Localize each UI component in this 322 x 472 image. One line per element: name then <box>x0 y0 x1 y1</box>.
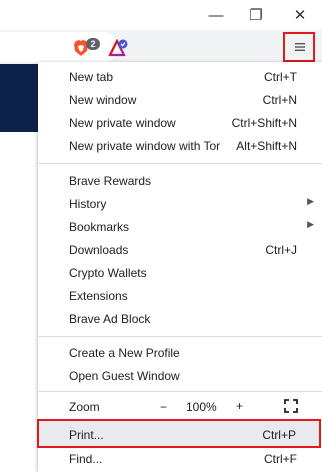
menu-item-bookmarks[interactable]: Bookmarks ▶ <box>38 216 322 239</box>
menu-item-shortcut: Ctrl+F <box>264 452 297 466</box>
menu-button-highlight <box>283 32 315 62</box>
close-button[interactable]: ✕ <box>280 0 320 30</box>
page-header-strip <box>0 64 40 132</box>
menu-zoom-row: Zoom − 100% + <box>38 394 322 418</box>
zoom-label: Zoom <box>69 400 100 414</box>
menu-item-label: Brave Ad Block <box>69 312 151 326</box>
restore-icon: ❐ <box>249 7 263 24</box>
close-icon: ✕ <box>293 7 307 24</box>
minimize-icon: — <box>208 6 224 24</box>
menu-item-brave-ad-block[interactable]: Brave Ad Block <box>38 308 322 331</box>
menu-item-find[interactable]: Find... Ctrl+F <box>38 448 322 471</box>
menu-item-label: Crypto Wallets <box>69 266 147 280</box>
menu-item-print[interactable]: Print... Ctrl+P <box>37 419 321 448</box>
menu-item-label: New private window with Tor <box>69 139 221 153</box>
menu-item-history[interactable]: History ▶ <box>38 193 322 216</box>
menu-item-create-profile[interactable]: Create a New Profile <box>38 342 322 365</box>
menu-item-label: New tab <box>69 70 114 84</box>
menu-item-brave-rewards[interactable]: Brave Rewards <box>38 170 322 193</box>
menu-divider <box>38 336 322 337</box>
shields-count-badge: 2 <box>86 38 100 50</box>
menu-item-label: New window <box>69 93 137 107</box>
menu-divider <box>38 391 322 392</box>
title-bar: — ❐ ✕ <box>0 0 322 30</box>
menu-item-shortcut: Ctrl+N <box>262 93 297 107</box>
menu-item-shortcut: Ctrl+P <box>262 428 296 442</box>
menu-item-shortcut: Ctrl+J <box>265 243 297 257</box>
zoom-in-button[interactable]: + <box>236 399 243 413</box>
app-menu: New tab Ctrl+T New window Ctrl+N New pri… <box>38 62 322 472</box>
menu-item-new-tab[interactable]: New tab Ctrl+T <box>38 66 322 89</box>
menu-item-label: Extensions <box>69 289 128 303</box>
minimize-button[interactable]: — <box>196 0 236 30</box>
submenu-arrow-icon: ▶ <box>307 196 314 206</box>
address-bar[interactable] <box>0 32 118 62</box>
menu-item-shortcut: Alt+Shift+N <box>236 139 297 153</box>
menu-item-label: Bookmarks <box>69 220 130 234</box>
submenu-arrow-icon: ▶ <box>307 219 314 229</box>
menu-item-shortcut: Ctrl+Shift+N <box>231 116 297 130</box>
brave-rewards-icon[interactable] <box>108 39 128 57</box>
menu-item-extensions[interactable]: Extensions <box>38 285 322 308</box>
zoom-out-button[interactable]: − <box>160 400 167 414</box>
menu-divider <box>38 163 322 164</box>
menu-item-label: New private window <box>69 116 176 130</box>
menu-item-label: Find... <box>69 452 103 466</box>
menu-item-label: Create a New Profile <box>69 346 180 360</box>
menu-item-label: Brave Rewards <box>69 174 152 188</box>
menu-item-new-window[interactable]: New window Ctrl+N <box>38 89 322 112</box>
menu-item-new-private-window[interactable]: New private window Ctrl+Shift+N <box>38 112 322 135</box>
menu-item-label: Print... <box>69 428 104 442</box>
menu-item-downloads[interactable]: Downloads Ctrl+J <box>38 239 322 262</box>
fullscreen-icon[interactable] <box>284 399 298 413</box>
browser-toolbar: 2 <box>0 30 322 64</box>
menu-item-label: Open Guest Window <box>69 369 180 383</box>
menu-item-label: History <box>69 197 107 211</box>
restore-button[interactable]: ❐ <box>236 0 276 30</box>
menu-item-new-private-tor-window[interactable]: New private window with Tor Alt+Shift+N <box>38 135 322 158</box>
menu-item-label: Downloads <box>69 243 129 257</box>
menu-item-guest-window[interactable]: Open Guest Window <box>38 365 322 388</box>
zoom-level: 100% <box>186 400 217 414</box>
menu-item-crypto-wallets[interactable]: Crypto Wallets <box>38 262 322 285</box>
menu-item-shortcut: Ctrl+T <box>264 70 297 84</box>
